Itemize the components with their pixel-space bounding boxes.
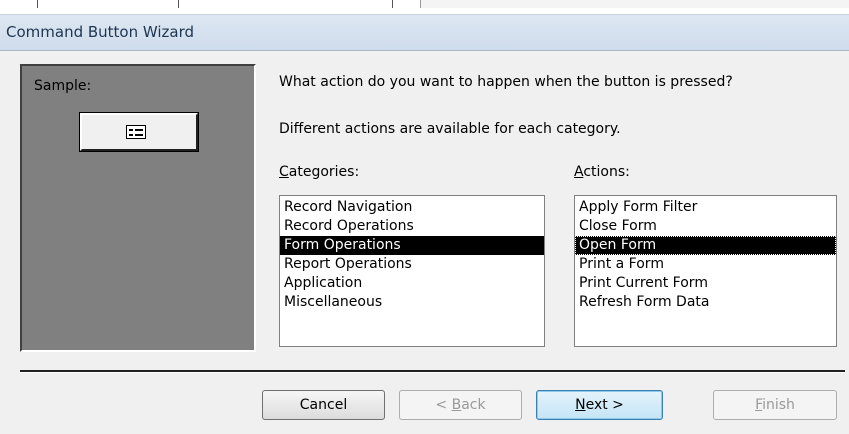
background-panel (420, 0, 849, 8)
actions-label: Actions: (574, 164, 630, 180)
category-item[interactable]: Application (280, 274, 544, 293)
categories-listbox[interactable]: Record Navigation Record Operations Form… (279, 195, 545, 347)
finish-button[interactable]: Finish (713, 390, 837, 420)
next-button[interactable]: Next > (536, 390, 663, 420)
form-icon (126, 125, 146, 139)
divider (20, 370, 845, 373)
action-item[interactable]: Print Current Form (575, 274, 836, 293)
actions-listbox[interactable]: Apply Form Filter Close Form Open Form P… (574, 195, 837, 347)
column-divider (178, 0, 179, 8)
cancel-button[interactable]: Cancel (262, 390, 385, 420)
window-title: Command Button Wizard (6, 23, 195, 41)
category-item[interactable]: Miscellaneous (280, 293, 544, 312)
categories-label: Categories: (279, 164, 360, 180)
background-window-strip (0, 0, 849, 14)
action-item[interactable]: Refresh Form Data (575, 293, 836, 312)
category-item[interactable]: Record Operations (280, 217, 544, 236)
question-text: What action do you want to happen when t… (279, 74, 733, 90)
action-item[interactable]: Print a Form (575, 255, 836, 274)
column-divider (392, 0, 393, 8)
sample-button-preview (79, 112, 199, 152)
category-item-selected[interactable]: Form Operations (280, 236, 544, 255)
back-button[interactable]: < Back (399, 390, 522, 420)
action-item[interactable]: Apply Form Filter (575, 198, 836, 217)
category-item[interactable]: Report Operations (280, 255, 544, 274)
title-bar[interactable]: Command Button Wizard (0, 14, 849, 51)
info-text: Different actions are available for each… (279, 121, 621, 137)
column-divider (37, 0, 38, 8)
action-item-selected[interactable]: Open Form (575, 236, 836, 255)
category-item[interactable]: Record Navigation (280, 198, 544, 217)
sample-label: Sample: (34, 78, 92, 94)
action-item[interactable]: Close Form (575, 217, 836, 236)
sample-panel: Sample: (20, 64, 256, 352)
